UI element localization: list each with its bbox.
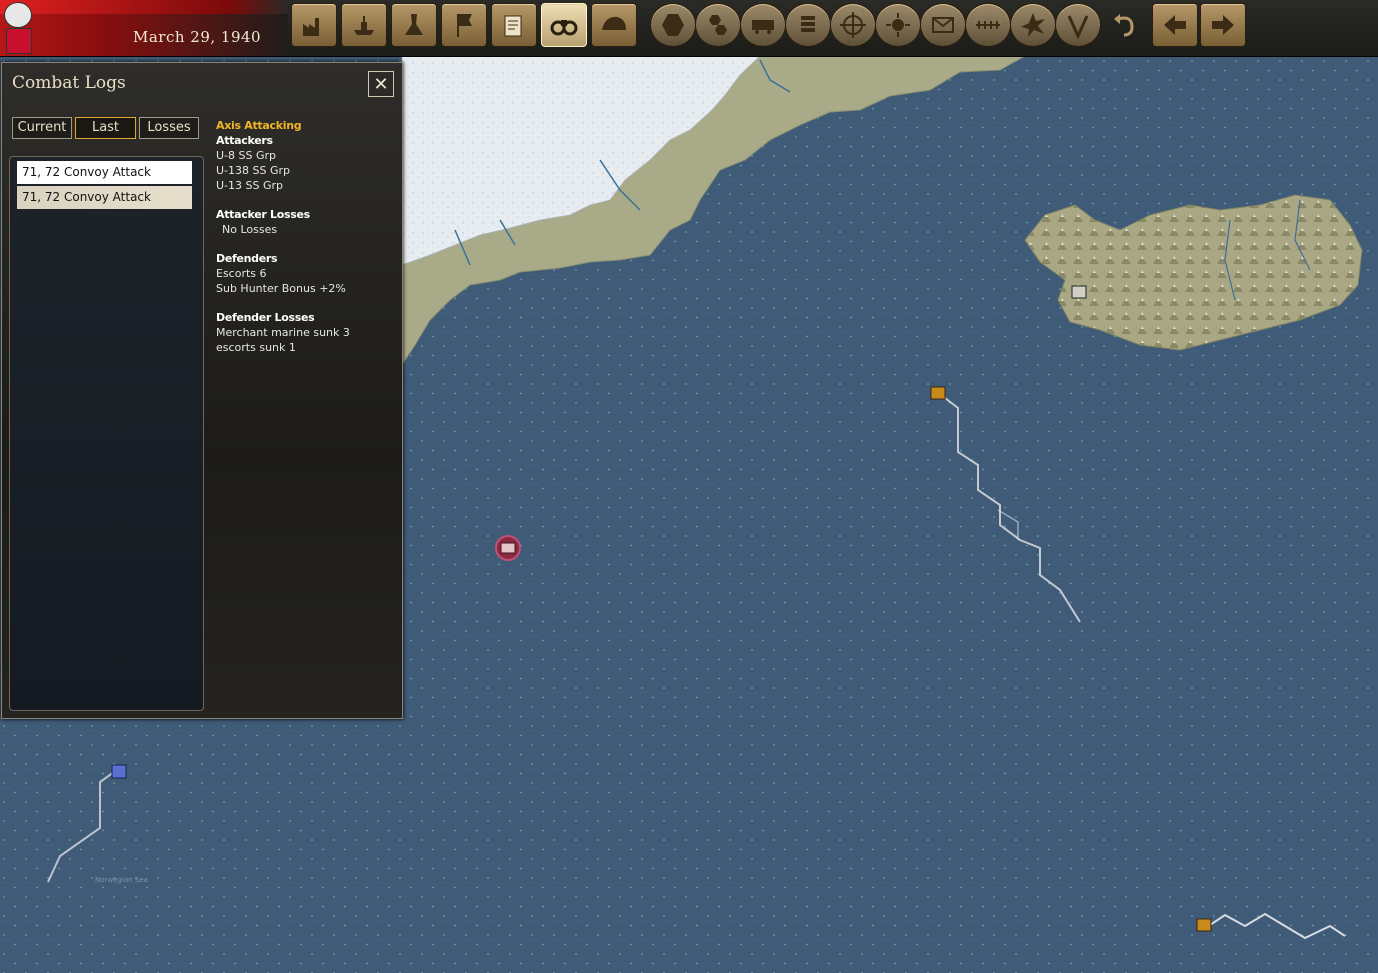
top-toolbar: March 29, 1940 (0, 0, 1378, 57)
combat-button[interactable] (1010, 3, 1056, 47)
next-button[interactable] (1200, 3, 1246, 47)
binoculars-icon (550, 20, 578, 36)
multi-hex-icon (709, 15, 727, 35)
reports-icon (504, 15, 522, 37)
panel-title: Combat Logs (12, 73, 126, 93)
production-button[interactable] (291, 3, 337, 47)
defender-loss: Merchant marine sunk 3 (216, 326, 350, 339)
previous-button[interactable] (1152, 3, 1198, 47)
crosshair-icon (840, 12, 866, 38)
island-unit[interactable] (1071, 285, 1087, 299)
hex-icon (662, 14, 684, 36)
attacker-unit: U-8 SS Grp (216, 149, 277, 162)
reports-button[interactable] (491, 3, 537, 47)
attackers-header: Attackers (216, 134, 273, 147)
messages-button[interactable] (920, 3, 966, 47)
explosion-icon (1021, 13, 1045, 37)
train-icon (752, 20, 774, 34)
undo-button[interactable] (1103, 3, 1147, 45)
sun-icon (886, 13, 910, 37)
allied-unit[interactable] (111, 764, 127, 779)
convoy-unit[interactable] (930, 386, 946, 400)
list-item[interactable]: 71, 72 Convoy Attack (17, 186, 192, 209)
diplomacy-button[interactable] (441, 3, 487, 47)
defensive-line-icon (976, 21, 1000, 29)
attacker-losses-header: Attacker Losses (216, 208, 310, 221)
germany-roundel-icon[interactable] (4, 2, 32, 28)
undo-icon (1114, 14, 1134, 37)
close-icon: ✕ (373, 73, 389, 95)
list-item[interactable]: 71, 72 Convoy Attack (17, 161, 192, 184)
convoy-unit-south[interactable] (1196, 918, 1212, 932)
multi-hex-button[interactable] (695, 3, 741, 47)
nation-color-bar (0, 0, 288, 14)
attacking-side: Axis Attacking (216, 119, 302, 132)
defensive-line-button[interactable] (965, 3, 1011, 47)
envelope-icon (932, 17, 954, 33)
economy-button[interactable] (785, 3, 831, 47)
research-icon (405, 14, 423, 35)
production-icon (303, 18, 319, 36)
combat-log-list: 71, 72 Convoy Attack 71, 72 Convoy Attac… (9, 156, 204, 711)
previous-arrow-icon (1164, 15, 1186, 35)
target-button[interactable] (830, 3, 876, 47)
defender-item: Sub Hunter Bonus +2% (216, 282, 346, 295)
naval-button[interactable] (341, 3, 387, 47)
victory-icon (1067, 15, 1089, 40)
combat-logs-panel: Combat Logs ✕ Current Last Losses 71, 72… (1, 62, 403, 719)
close-button[interactable]: ✕ (368, 71, 394, 97)
combat-marker-unit (500, 542, 516, 554)
coins-icon (801, 16, 815, 32)
attacker-unit: U-138 SS Grp (216, 164, 291, 177)
defender-loss: escorts sunk 1 (216, 341, 296, 354)
current-date: March 29, 1940 (133, 28, 262, 46)
nation-flag-icon[interactable] (6, 28, 32, 54)
units-button[interactable] (591, 3, 637, 47)
tab-last[interactable]: Last (75, 117, 136, 139)
sea-label: Norwegian Sea (95, 876, 148, 884)
rail-button[interactable] (740, 3, 786, 47)
attacker-unit: U-13 SS Grp (216, 179, 284, 192)
defender-item: Escorts 6 (216, 267, 267, 280)
hex-button[interactable] (650, 3, 696, 47)
victory-button[interactable] (1055, 3, 1101, 47)
helmet-icon (602, 16, 626, 30)
next-arrow-icon (1212, 15, 1234, 35)
diplomacy-flag-icon (457, 14, 472, 37)
naval-icon (354, 16, 374, 35)
tab-current[interactable]: Current (12, 117, 72, 139)
defender-losses-header: Defender Losses (216, 311, 315, 324)
combat-logs-button[interactable] (541, 3, 587, 47)
research-button[interactable] (391, 3, 437, 47)
defenders-header: Defenders (216, 252, 278, 265)
attacker-losses: No Losses (222, 223, 278, 236)
weather-button[interactable] (875, 3, 921, 47)
tab-losses[interactable]: Losses (139, 117, 199, 139)
combat-detail: Axis Attacking Attackers U-8 SS Grp U-13… (216, 118, 396, 355)
